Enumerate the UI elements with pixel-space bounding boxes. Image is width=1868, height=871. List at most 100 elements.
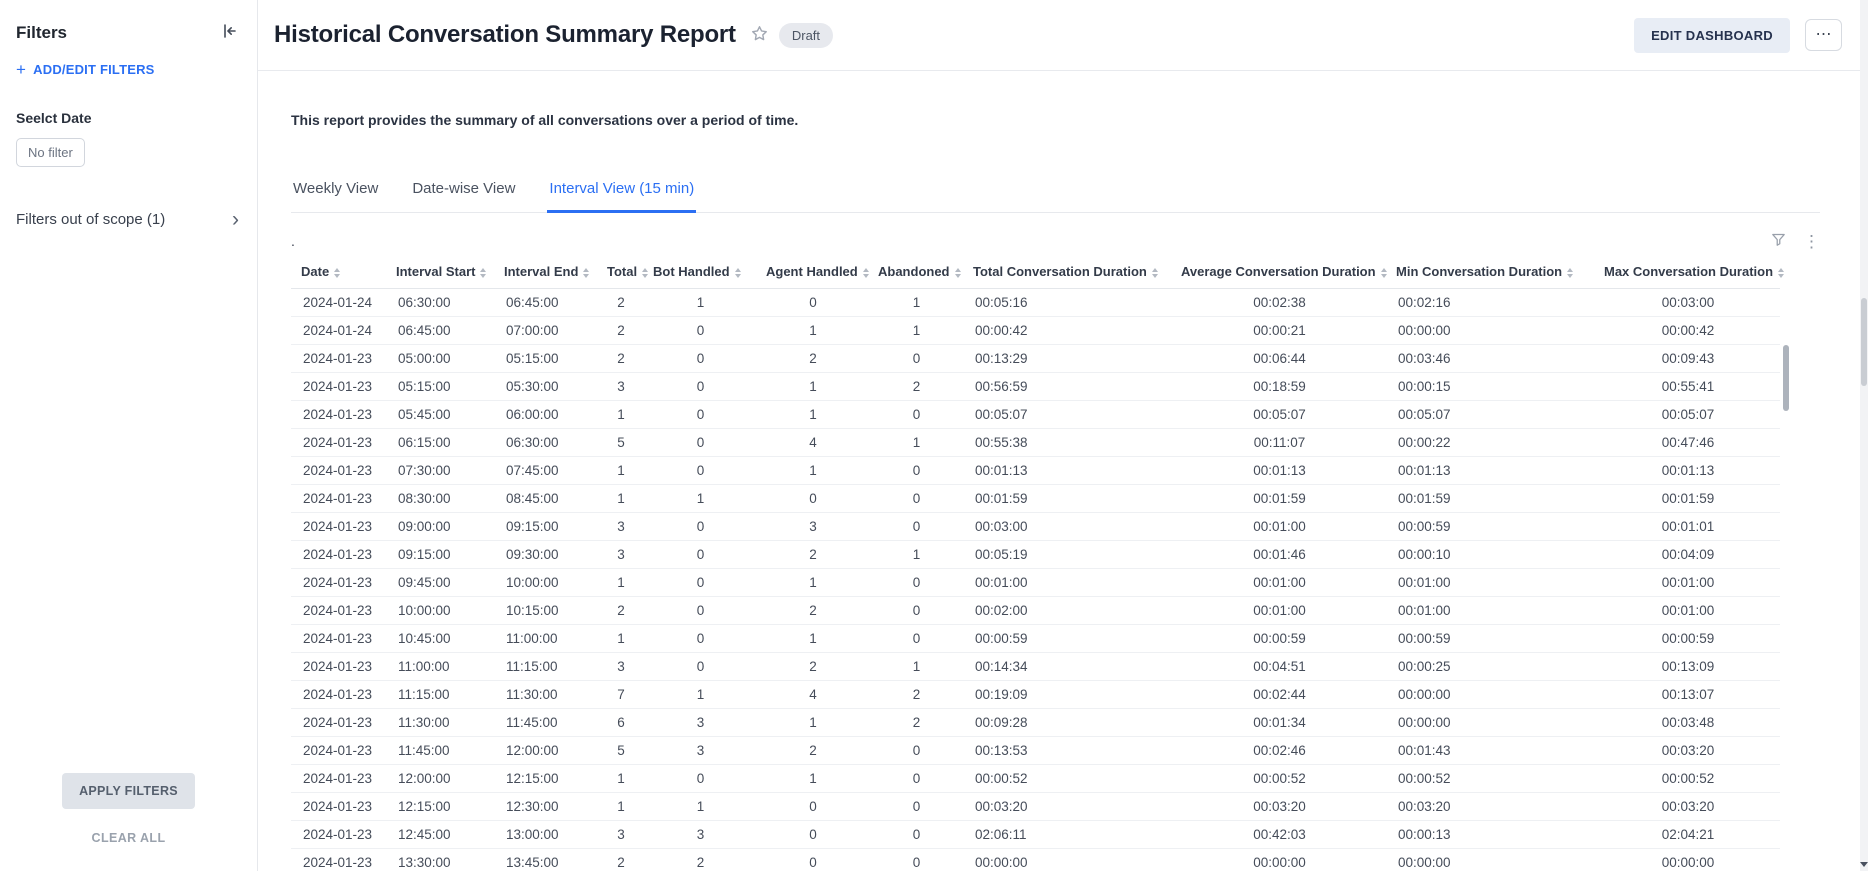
table-scrollbar-thumb[interactable] [1783,345,1789,411]
filters-out-of-scope-label: Filters out of scope (1) [16,211,165,228]
column-header[interactable]: Date [291,256,386,289]
table-filter-button[interactable] [1770,231,1787,251]
table-cell: 00:14:34 [963,653,1171,681]
table-row: 2024-01-2312:45:0013:00:00330002:06:1100… [291,821,1780,849]
table-cell: 2024-01-23 [291,849,386,871]
column-header[interactable]: Interval Start [386,256,494,289]
main-area: Historical Conversation Summary Report D… [258,0,1868,871]
column-label: Date [301,264,329,279]
table-cell: 00:03:46 [1386,345,1594,373]
table-cell: 08:30:00 [386,485,494,513]
table-caption: . [291,233,295,249]
scroll-down-arrow-icon[interactable] [1860,862,1868,867]
plus-icon: + [16,63,26,76]
column-header[interactable]: Min Conversation Duration [1386,256,1594,289]
table-cell: 1 [868,429,963,457]
edit-dashboard-button[interactable]: EDIT DASHBOARD [1634,18,1790,53]
table-cell: 00:00:13 [1386,821,1594,849]
sort-icon[interactable] [735,268,741,278]
table-cell: 10:00:00 [386,597,494,625]
column-header[interactable]: Total Conversation Duration [963,256,1171,289]
table-cell: 12:30:00 [494,793,597,821]
column-header[interactable]: Abandoned [868,256,963,289]
column-header[interactable]: Max Conversation Duration [1594,256,1780,289]
table-cell: 00:03:20 [1386,793,1594,821]
sort-icon[interactable] [1152,268,1158,278]
table-cell: 11:30:00 [494,681,597,709]
table-row: 2024-01-2310:00:0010:15:00202000:02:0000… [291,597,1780,625]
tab-weekly-view[interactable]: Weekly View [291,175,380,212]
table-cell: 0 [868,765,963,793]
sort-icon[interactable] [642,268,648,278]
table-cell: 1 [597,401,643,429]
table-cell: 2024-01-23 [291,709,386,737]
report-description: This report provides the summary of all … [291,112,1820,128]
table-cell: 00:13:29 [963,345,1171,373]
table-cell: 1 [756,457,868,485]
table-cell: 00:03:00 [1594,289,1780,317]
add-edit-filters-button[interactable]: + ADD/EDIT FILTERS [16,62,155,77]
table-cell: 09:45:00 [386,569,494,597]
table-cell: 00:05:07 [1386,401,1594,429]
table-cell: 3 [597,513,643,541]
column-label: Average Conversation Duration [1181,264,1376,279]
table-cell: 13:30:00 [386,849,494,871]
sort-icon[interactable] [1778,268,1784,278]
sort-icon[interactable] [1567,268,1573,278]
date-filter-chip[interactable]: No filter [16,138,85,167]
table-cell: 2 [597,597,643,625]
page-scrollbar[interactable] [1860,0,1868,871]
table-cell: 0 [868,737,963,765]
kebab-menu-icon: ⋮ [1803,233,1820,250]
table-cell: 0 [643,597,756,625]
sort-icon[interactable] [955,268,961,278]
column-header[interactable]: Average Conversation Duration [1171,256,1386,289]
sort-icon[interactable] [863,268,869,278]
table-row: 2024-01-2305:45:0006:00:00101000:05:0700… [291,401,1780,429]
table-cell: 12:00:00 [386,765,494,793]
table-row: 2024-01-2309:45:0010:00:00101000:01:0000… [291,569,1780,597]
table-row: 2024-01-2308:30:0008:45:00110000:01:5900… [291,485,1780,513]
table-cell: 00:00:59 [963,625,1171,653]
sort-icon[interactable] [583,268,589,278]
table-cell: 00:01:00 [1594,569,1780,597]
column-header[interactable]: Total [597,256,643,289]
page-scrollbar-thumb[interactable] [1861,298,1867,386]
apply-filters-button[interactable]: APPLY FILTERS [62,773,195,809]
table-cell: 00:00:42 [963,317,1171,345]
table-cell: 7 [597,681,643,709]
panel-collapse-left-icon [221,22,239,43]
column-header[interactable]: Agent Handled [756,256,868,289]
table-cell: 00:19:09 [963,681,1171,709]
table-cell: 05:45:00 [386,401,494,429]
column-header[interactable]: Bot Handled [643,256,756,289]
clear-all-button[interactable]: CLEAR ALL [92,831,166,845]
table-cell: 00:03:20 [1594,793,1780,821]
table-cell: 00:00:25 [1386,653,1594,681]
column-header[interactable]: Interval End [494,256,597,289]
table-cell: 1 [868,317,963,345]
table-cell: 3 [643,821,756,849]
table-cell: 00:00:22 [1386,429,1594,457]
favorite-star-button[interactable] [750,24,769,46]
table-cell: 05:15:00 [386,373,494,401]
tab-interval-view[interactable]: Interval View (15 min) [547,175,696,212]
filters-out-of-scope-row[interactable]: Filters out of scope (1) › [16,211,241,228]
app-root: Filters + ADD/EDIT FILTERS Seelct Date N… [0,0,1868,871]
table-cell: 2 [597,345,643,373]
table-cell: 09:15:00 [494,513,597,541]
table-cell: 1 [868,541,963,569]
table-cell: 3 [597,541,643,569]
table-row: 2024-01-2312:00:0012:15:00101000:00:5200… [291,765,1780,793]
tab-date-wise-view[interactable]: Date-wise View [410,175,517,212]
sort-icon[interactable] [1381,268,1387,278]
collapse-sidebar-button[interactable] [219,20,241,45]
table-cell: 00:00:10 [1386,541,1594,569]
sort-icon[interactable] [480,268,486,278]
table-cell: 1 [868,289,963,317]
table-menu-button[interactable]: ⋮ [1803,233,1820,250]
table-cell: 00:01:00 [1171,569,1386,597]
sort-icon[interactable] [334,268,340,278]
table-cell: 4 [756,681,868,709]
more-options-button[interactable]: ⋯ [1805,19,1842,51]
